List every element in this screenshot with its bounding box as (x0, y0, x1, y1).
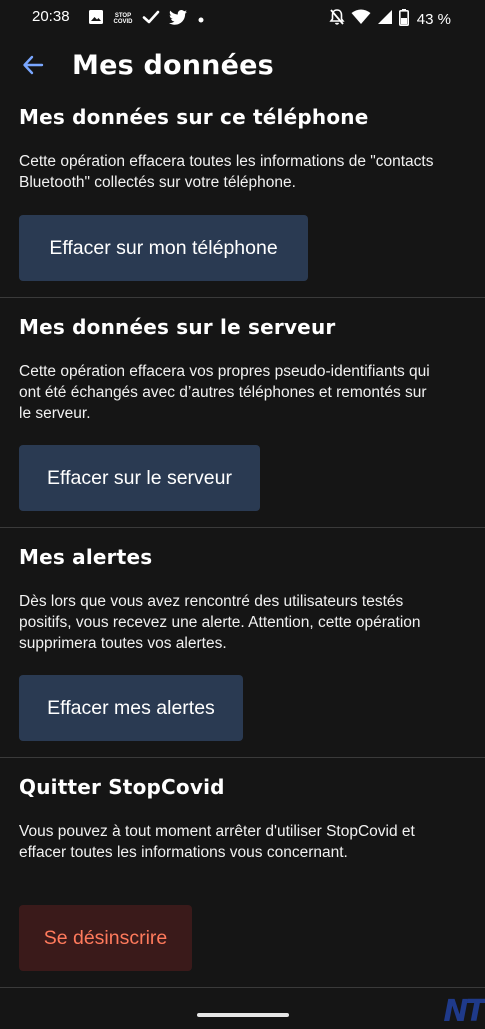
battery-icon (398, 8, 409, 30)
back-button[interactable] (16, 50, 50, 84)
section-title: Mes données sur le serveur (19, 315, 336, 339)
page-title: Mes données (72, 50, 274, 81)
battery-text: 43 % (416, 10, 451, 28)
gesture-bar[interactable] (197, 1013, 289, 1017)
status-right-icons: 43 % (329, 8, 451, 30)
arrow-left-icon (22, 54, 44, 80)
divider (0, 297, 485, 298)
image-icon (88, 9, 104, 29)
signal-icon (377, 9, 393, 29)
bell-off-icon (329, 8, 345, 30)
erase-server-button[interactable]: Effacer sur le serveur (19, 445, 260, 511)
unsubscribe-button[interactable]: Se désinscrire (19, 905, 192, 971)
section-description: Vous pouvez à tout moment arrêter d'util… (19, 823, 415, 861)
status-bar: 20:38 STOP COVID 43 % (0, 0, 485, 36)
section-description: Cette opération effacera toutes les info… (19, 153, 434, 191)
wifi-icon (351, 9, 371, 29)
divider (0, 987, 485, 988)
check-icon (142, 9, 160, 29)
status-left-icons: STOP COVID (88, 9, 206, 29)
section-description: Dès lors que vous avez rencontré des uti… (19, 593, 421, 652)
app-bar: Mes données (0, 40, 485, 96)
status-time: 20:38 (32, 8, 70, 25)
section-title: Mes alertes (19, 545, 153, 569)
stopcovid-icon: STOP COVID (113, 13, 133, 25)
erase-alerts-button[interactable]: Effacer mes alertes (19, 675, 243, 741)
section-title: Mes données sur ce téléphone (19, 105, 369, 129)
divider (0, 527, 485, 528)
twitter-icon (169, 9, 187, 29)
divider (0, 757, 485, 758)
dot-icon (196, 10, 206, 29)
erase-phone-button[interactable]: Effacer sur mon téléphone (19, 215, 308, 281)
section-description: Cette opération effacera vos propres pse… (19, 363, 430, 422)
section-title: Quitter StopCovid (19, 775, 225, 799)
